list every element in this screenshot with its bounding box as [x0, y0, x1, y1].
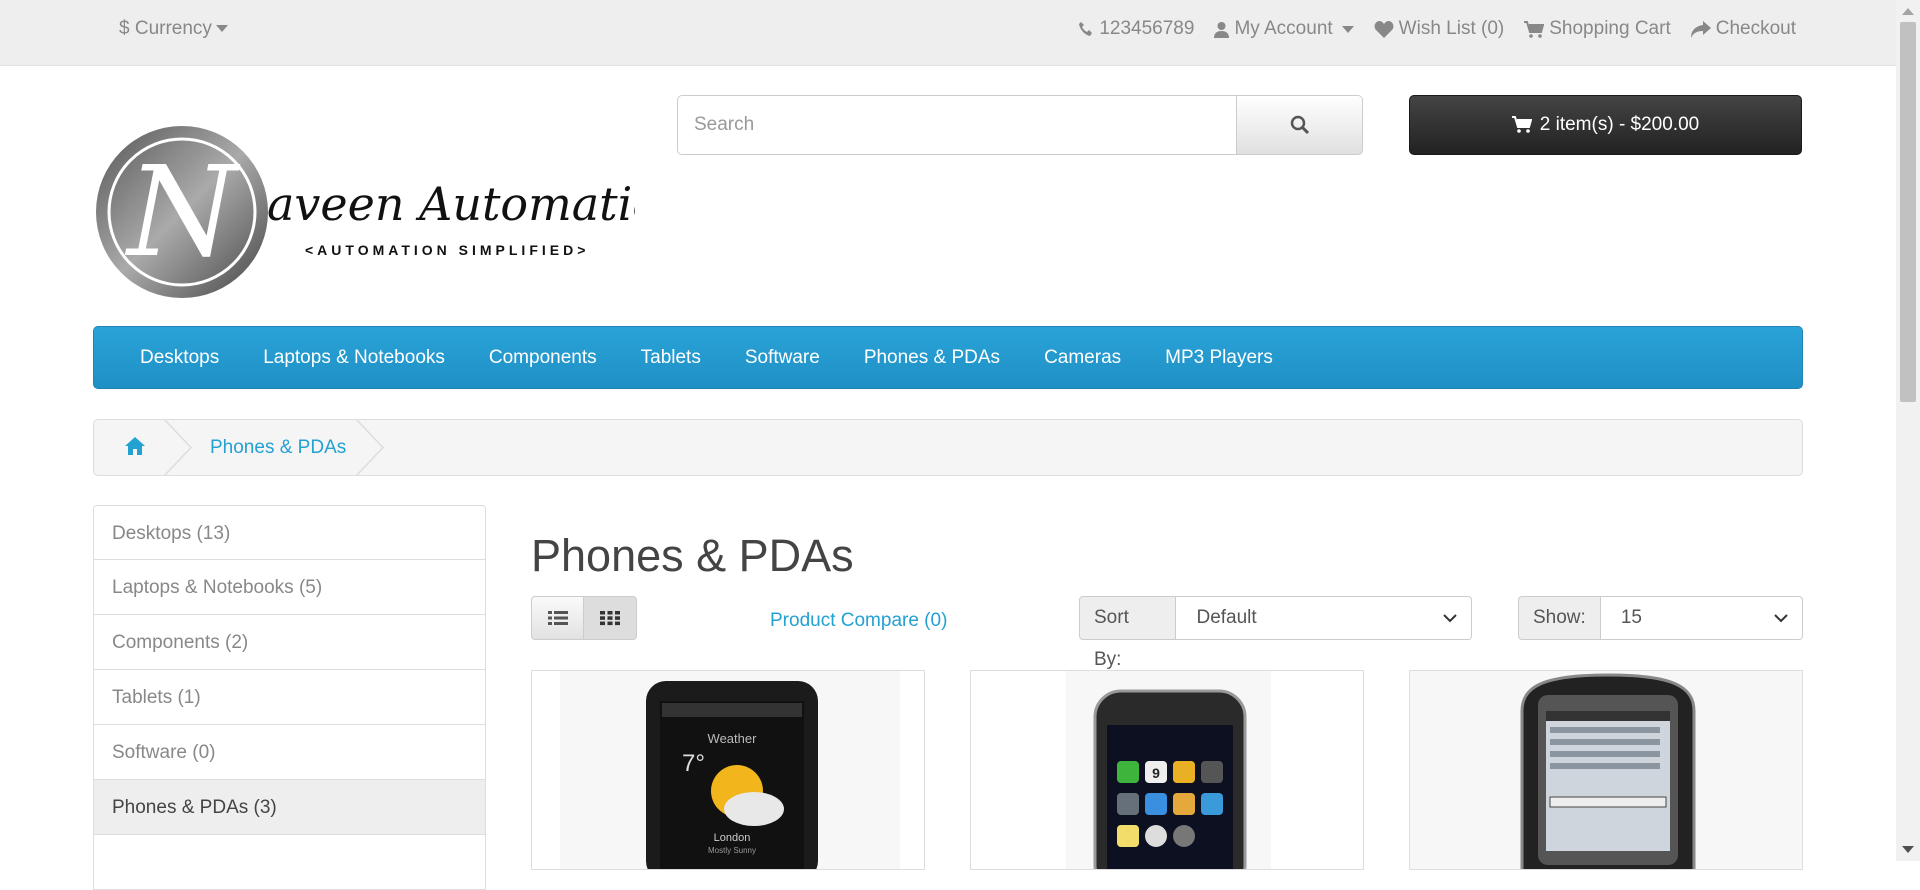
search-button[interactable]	[1236, 95, 1363, 155]
breadcrumb-separator	[356, 419, 385, 476]
menu-desktops[interactable]: Desktops	[118, 347, 241, 369]
grid-icon	[600, 611, 620, 626]
phone-number: 123456789	[1099, 18, 1195, 39]
cart-total: 2 item(s) - $200.00	[1539, 114, 1700, 135]
chevron-down-icon	[1774, 614, 1788, 623]
main-menu: Desktops Laptops & Notebooks Components …	[93, 326, 1803, 389]
menu-laptops-notebooks[interactable]: Laptops & Notebooks	[241, 347, 467, 369]
page-title: Phones & PDAs	[531, 530, 854, 581]
sort-by-select[interactable]: Default	[1176, 596, 1472, 640]
wishlist-label: Wish List (0)	[1398, 18, 1505, 39]
menu-components[interactable]: Components	[467, 347, 619, 369]
menu-phones-pdas[interactable]: Phones & PDAs	[842, 347, 1022, 369]
product-card-palm-treo[interactable]	[1409, 670, 1803, 870]
scroll-down-arrow-icon[interactable]	[1902, 846, 1914, 853]
sidebar-item-tablets[interactable]: Tablets (1)	[93, 670, 486, 725]
svg-text:Mostly Sunny: Mostly Sunny	[708, 846, 756, 855]
search-input[interactable]	[677, 95, 1237, 155]
menu-software[interactable]: Software	[723, 347, 842, 369]
chevron-down-icon	[1443, 614, 1457, 623]
show-value: 15	[1620, 607, 1642, 628]
sidebar-item-desktops[interactable]: Desktops (13)	[93, 505, 486, 560]
svg-text:<AUTOMATION SIMPLIFIED>: <AUTOMATION SIMPLIFIED>	[305, 242, 589, 258]
breadcrumb: Phones & PDAs	[93, 419, 1803, 476]
shopping-cart-label: Shopping Cart	[1549, 18, 1671, 39]
list-view-button[interactable]	[531, 596, 584, 640]
svg-text:9: 9	[1152, 765, 1160, 781]
sort-by-value: Default	[1196, 607, 1257, 628]
sidebar-item-laptops-notebooks[interactable]: Laptops & Notebooks (5)	[93, 560, 486, 615]
sort-by-group: Sort By: Default	[1079, 596, 1472, 670]
wishlist-link[interactable]: Wish List (0)	[1374, 18, 1505, 40]
show-label: Show:	[1518, 596, 1601, 640]
product-compare-link[interactable]: Product Compare (0)	[770, 610, 947, 632]
scroll-up-arrow-icon[interactable]	[1902, 8, 1914, 15]
scrollbar-thumb[interactable]	[1900, 22, 1916, 402]
page-scrollbar[interactable]	[1896, 0, 1920, 861]
svg-text:Weather: Weather	[708, 731, 758, 746]
cart-button[interactable]: 2 item(s) - $200.00	[1409, 95, 1802, 155]
currency-dropdown[interactable]: $ Currency	[119, 18, 228, 40]
top-bar: $ Currency 123456789 My Account Wish Lis…	[0, 0, 1896, 66]
my-account-dropdown[interactable]: My Account	[1214, 18, 1354, 40]
phone-link[interactable]: 123456789	[1078, 18, 1194, 40]
sidebar-item-components[interactable]: Components (2)	[93, 615, 486, 670]
show-select[interactable]: 15	[1600, 596, 1803, 640]
search-bar	[677, 95, 1363, 155]
user-icon	[1214, 21, 1230, 38]
checkout-label: Checkout	[1715, 18, 1796, 39]
product-card-htc-touch[interactable]: Weather 7° London Mostly Sunny	[531, 670, 925, 870]
cart-icon	[1524, 20, 1545, 38]
dollar-icon: $	[119, 18, 130, 39]
list-icon	[547, 611, 568, 625]
svg-text:7°: 7°	[682, 750, 705, 777]
breadcrumb-separator	[164, 419, 193, 476]
checkout-link[interactable]: Checkout	[1690, 18, 1796, 40]
phone-icon	[1079, 22, 1093, 36]
search-icon	[1290, 115, 1309, 135]
caret-down-icon	[1341, 25, 1354, 33]
svg-text:N: N	[124, 140, 240, 285]
show-group: Show: 15	[1518, 596, 1803, 640]
svg-text:aveen Automation Labs: aveen Automation Labs	[267, 177, 635, 231]
cart-icon	[1511, 116, 1532, 133]
sidebar-item-next[interactable]	[93, 835, 486, 890]
sort-by-label: Sort By:	[1079, 596, 1177, 670]
view-toggle	[531, 596, 637, 640]
shopping-cart-link[interactable]: Shopping Cart	[1524, 18, 1671, 40]
sidebar-item-software[interactable]: Software (0)	[93, 725, 486, 780]
share-icon	[1690, 20, 1711, 38]
heart-icon	[1374, 20, 1394, 38]
product-image[interactable]	[1410, 671, 1803, 870]
home-icon[interactable]	[124, 436, 146, 456]
category-sidebar: Desktops (13) Laptops & Notebooks (5) Co…	[93, 505, 486, 890]
svg-text:London: London	[714, 832, 751, 844]
product-image[interactable]: 9	[971, 671, 1364, 870]
sidebar-item-phones-pdas[interactable]: Phones & PDAs (3)	[93, 780, 486, 835]
my-account-label: My Account	[1234, 18, 1333, 39]
breadcrumb-phones-pdas[interactable]: Phones & PDAs	[210, 437, 346, 459]
site-logo[interactable]: N aveen Automation Labs <AUTOMATION SIMP…	[95, 125, 815, 300]
caret-down-icon	[215, 25, 228, 33]
product-image[interactable]: Weather 7° London Mostly Sunny	[532, 671, 925, 870]
menu-mp3-players[interactable]: MP3 Players	[1143, 347, 1295, 369]
grid-view-button[interactable]	[584, 596, 637, 640]
menu-tablets[interactable]: Tablets	[619, 347, 723, 369]
product-card-iphone[interactable]: 9	[970, 670, 1364, 870]
menu-cameras[interactable]: Cameras	[1022, 347, 1143, 369]
currency-label: Currency	[134, 18, 212, 39]
